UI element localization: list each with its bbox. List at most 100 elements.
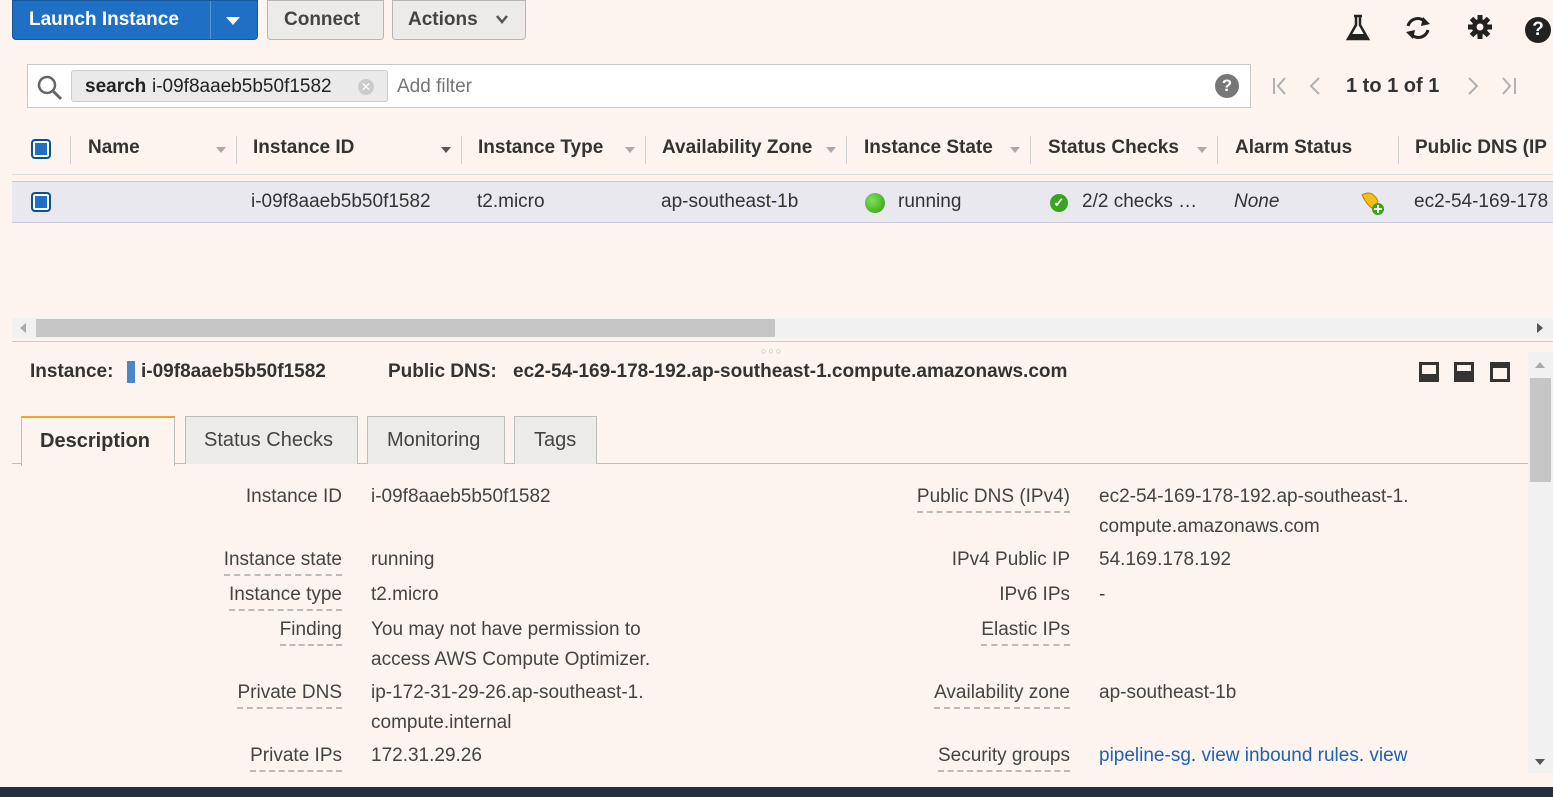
- label-finding: Finding: [279, 619, 342, 646]
- tab-label: Status Checks: [204, 429, 333, 451]
- actions-label: Actions: [408, 9, 478, 30]
- detail-label: Instance type: [228, 584, 342, 611]
- remove-filter-icon[interactable]: ✕: [358, 79, 374, 95]
- label-ipv4-public-ip: IPv4 Public IP: [951, 549, 1070, 570]
- detail-label: Security groups: [937, 745, 1070, 772]
- scroll-right-icon[interactable]: [1535, 322, 1545, 334]
- cell-instance-type: t2.micro: [477, 191, 545, 212]
- col-header-status-checks[interactable]: Status Checks: [1048, 137, 1179, 159]
- col-header-instance-state[interactable]: Instance State: [864, 137, 993, 159]
- create-alarm-icon[interactable]: [1358, 189, 1386, 217]
- column-divider[interactable]: [645, 136, 646, 164]
- filter-chip[interactable]: search : i-09f8aaeb5b50f1582 ✕: [71, 70, 388, 102]
- refresh-icon[interactable]: [1403, 14, 1431, 42]
- view-link[interactable]: view: [1369, 745, 1407, 766]
- detail-label: IPv6 IPs: [999, 584, 1070, 606]
- col-header-alarm-status[interactable]: Alarm Status: [1235, 137, 1352, 159]
- drag-handle-icon[interactable]: ○○○: [761, 346, 783, 356]
- column-divider[interactable]: [461, 136, 462, 164]
- tab-monitoring[interactable]: Monitoring: [367, 416, 505, 464]
- label-instance-type: Instance type: [228, 584, 342, 611]
- sort-icon[interactable]: [625, 147, 635, 153]
- connect-button[interactable]: Connect: [267, 0, 384, 40]
- search-icon: [37, 75, 63, 101]
- pane-maximize-icon[interactable]: [1490, 362, 1510, 382]
- col-header-name[interactable]: Name: [88, 137, 140, 159]
- label-instance-state: Instance state: [223, 549, 342, 576]
- cell-instance-state: running: [898, 191, 962, 212]
- detail-label: Private IPs: [250, 745, 342, 772]
- cell-alarm-status: None: [1234, 191, 1280, 212]
- next-page-icon[interactable]: [1466, 76, 1480, 96]
- scroll-down-icon[interactable]: [1534, 757, 1546, 767]
- pagination-text: 1 to 1 of 1: [1346, 75, 1440, 97]
- launch-instance-label: Launch Instance: [29, 9, 179, 30]
- help-icon[interactable]: ?: [1215, 74, 1239, 98]
- value-availability-zone: ap-southeast-1b: [1099, 682, 1237, 703]
- column-divider[interactable]: [236, 136, 237, 164]
- prev-page-icon[interactable]: [1308, 76, 1322, 96]
- view-inbound-rules-link[interactable]: view inbound rules: [1201, 745, 1358, 766]
- filter-chip-key: search: [85, 76, 147, 97]
- scroll-left-icon[interactable]: [18, 322, 28, 334]
- first-page-icon[interactable]: [1271, 76, 1289, 96]
- detail-label: Availability zone: [934, 682, 1070, 709]
- value-public-dns: ec2-54-169-178-192.ap-southeast-1.comput…: [1099, 486, 1409, 537]
- column-divider[interactable]: [1398, 136, 1399, 164]
- column-divider: [70, 136, 71, 164]
- col-header-availability-zone[interactable]: Availability Zone: [662, 137, 812, 159]
- sort-icon[interactable]: [216, 147, 226, 153]
- sort-icon[interactable]: [441, 147, 451, 153]
- column-divider[interactable]: [1030, 136, 1031, 164]
- label-public-dns: Public DNS (IPv4): [916, 486, 1070, 513]
- tab-tags[interactable]: Tags: [514, 416, 597, 464]
- flask-icon[interactable]: [1344, 14, 1372, 42]
- label-ipv6-ips: IPv6 IPs: [999, 584, 1070, 605]
- pane-divider[interactable]: [12, 341, 1553, 342]
- pane-restore-icon[interactable]: [1454, 362, 1474, 382]
- help-icon[interactable]: ?: [1525, 17, 1551, 43]
- horizontal-scroll-thumb[interactable]: [36, 319, 775, 337]
- value-private-ips: 172.31.29.26: [371, 745, 482, 766]
- tab-label: Tags: [534, 429, 577, 451]
- sort-icon[interactable]: [1197, 147, 1207, 153]
- col-header-public-dns[interactable]: Public DNS (IP: [1415, 137, 1553, 159]
- tab-description[interactable]: Description: [21, 416, 175, 466]
- actions-button[interactable]: Actions: [392, 0, 526, 40]
- sort-icon[interactable]: [1010, 147, 1020, 153]
- gear-icon[interactable]: [1466, 14, 1494, 42]
- pane-minimize-icon[interactable]: [1419, 362, 1439, 382]
- value-private-dns: ip-172-31-29-26.ap-southeast-1.compute.i…: [371, 682, 644, 733]
- label-elastic-ips: Elastic IPs: [981, 619, 1070, 646]
- label-security-groups: Security groups: [937, 745, 1070, 772]
- chevron-down-icon: [496, 15, 508, 24]
- select-all-checkbox[interactable]: [31, 139, 51, 159]
- value-instance-type: t2.micro: [371, 584, 439, 605]
- filter-input[interactable]: [395, 70, 1199, 104]
- launch-instance-button[interactable]: Launch Instance: [12, 0, 258, 40]
- value-ipv6-ips: -: [1099, 584, 1106, 605]
- cell-public-dns: ec2-54-169-178: [1414, 191, 1549, 212]
- scroll-up-icon[interactable]: [1534, 360, 1546, 370]
- cell-instance-id: i-09f8aaeb5b50f1582: [251, 191, 431, 212]
- column-divider[interactable]: [846, 136, 847, 164]
- check-icon: ✓: [1050, 194, 1068, 212]
- column-divider[interactable]: [1217, 136, 1218, 164]
- detail-label: IPv4 Public IP: [952, 549, 1070, 571]
- row-checkbox[interactable]: [31, 192, 51, 212]
- cell-status-checks[interactable]: 2/2 checks …: [1082, 191, 1197, 213]
- tab-status-checks[interactable]: Status Checks: [185, 416, 358, 464]
- launch-split-divider: [210, 1, 211, 39]
- last-page-icon[interactable]: [1500, 76, 1518, 96]
- col-header-instance-type[interactable]: Instance Type: [478, 137, 603, 159]
- sort-icon[interactable]: [826, 147, 836, 153]
- detail-dns-value: ec2-54-169-178-192.ap-southeast-1.comput…: [513, 361, 1068, 382]
- tab-label: Description: [40, 430, 151, 452]
- value-ipv4-public-ip: 54.169.178.192: [1099, 549, 1232, 570]
- label-availability-zone: Availability zone: [934, 682, 1070, 709]
- col-header-instance-id[interactable]: Instance ID: [253, 137, 354, 159]
- detail-instance-id: i-09f8aaeb5b50f1582: [141, 361, 326, 382]
- security-group-link[interactable]: pipeline-sg: [1099, 745, 1191, 766]
- vertical-scroll-thumb[interactable]: [1530, 378, 1551, 482]
- chevron-down-icon[interactable]: [226, 17, 240, 25]
